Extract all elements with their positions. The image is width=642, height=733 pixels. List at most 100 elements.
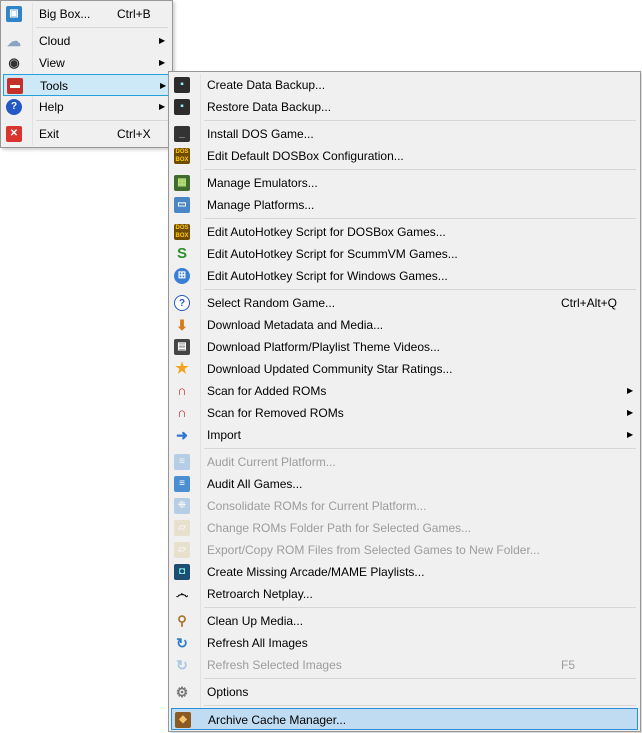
big-box-icon: ▣ bbox=[6, 6, 22, 22]
menu-item-audit-current-platform[interactable]: ≡ Audit Current Platform... bbox=[171, 451, 638, 473]
menu-item-label: Audit All Games... bbox=[207, 477, 303, 491]
menu-item-tools[interactable]: ▬ Tools ▶ bbox=[3, 74, 170, 96]
menu-item-label: Install DOS Game... bbox=[207, 127, 314, 141]
film-icon: ▤ bbox=[174, 339, 190, 355]
gear-icon: ⚙ bbox=[175, 684, 189, 700]
menu-item-label: Refresh All Images bbox=[207, 636, 308, 650]
exit-icon: ✕ bbox=[6, 126, 22, 142]
restore-robot-icon: ▪ bbox=[174, 99, 190, 115]
menu-item-label: Retroarch Netplay... bbox=[207, 587, 313, 601]
menu-item-label: Download Platform/Playlist Theme Videos.… bbox=[207, 340, 440, 354]
help-icon: ? bbox=[6, 99, 22, 115]
eye-icon: ◉ bbox=[8, 55, 20, 70]
archive-cube-icon: ◆ bbox=[175, 712, 191, 728]
menu-item-archive-cache-manager[interactable]: ◆ Archive Cache Manager... bbox=[171, 708, 638, 730]
menu-item-create-mame-playlists[interactable]: ◘ Create Missing Arcade/MAME Playlists..… bbox=[171, 561, 638, 583]
menu-item-label: Big Box... bbox=[39, 7, 91, 21]
magnet-remove-icon: ∩ bbox=[177, 405, 187, 420]
broom-icon: ⚲ bbox=[177, 613, 187, 628]
menu-item-label: Restore Data Backup... bbox=[207, 100, 332, 114]
menu-item-download-metadata[interactable]: ⬇ Download Metadata and Media... bbox=[171, 314, 638, 336]
menu-item-label: Export/Copy ROM Files from Selected Game… bbox=[207, 543, 540, 557]
menu-item-consolidate-roms[interactable]: ⁜ Consolidate ROMs for Current Platform.… bbox=[171, 495, 638, 517]
menu-item-label: Refresh Selected Images bbox=[207, 658, 342, 672]
menu-item-exit[interactable]: ✕ Exit Ctrl+X bbox=[3, 123, 170, 145]
menu-item-label: Clean Up Media... bbox=[207, 614, 304, 628]
submenu-arrow-icon: ▶ bbox=[627, 386, 634, 395]
menu-item-scan-removed-roms[interactable]: ∩ Scan for Removed ROMs ▶ bbox=[171, 402, 638, 424]
menu-item-download-theme-videos[interactable]: ▤ Download Platform/Playlist Theme Video… bbox=[171, 336, 638, 358]
menu-item-label: Scan for Added ROMs bbox=[207, 384, 327, 398]
menu-item-label: Edit AutoHotkey Script for Windows Games… bbox=[207, 269, 448, 283]
menu-item-manage-emulators[interactable]: ▦ Manage Emulators... bbox=[171, 172, 638, 194]
menu-item-shortcut: F5 bbox=[561, 658, 576, 672]
submenu-arrow-icon: ▶ bbox=[159, 58, 166, 67]
menu-item-refresh-selected-images[interactable]: ↻ Refresh Selected Images F5 bbox=[171, 654, 638, 676]
submenu-arrow-icon: ▶ bbox=[160, 81, 167, 90]
menu-item-big-box[interactable]: ▣ Big Box... Ctrl+B bbox=[3, 3, 170, 25]
menu-item-audit-all-games[interactable]: ≡ Audit All Games... bbox=[171, 473, 638, 495]
tools-submenu: ▪ Create Data Backup... ▪ Restore Data B… bbox=[168, 71, 641, 732]
menu-item-label: Exit bbox=[39, 127, 60, 141]
menu-item-download-star-ratings[interactable]: ★ Download Updated Community Star Rating… bbox=[171, 358, 638, 380]
dosbox-icon: DOS BOX bbox=[174, 148, 190, 164]
menu-item-label: Archive Cache Manager... bbox=[208, 713, 347, 727]
menu-item-export-rom-files[interactable]: ▱ Export/Copy ROM Files from Selected Ga… bbox=[171, 539, 638, 561]
question-icon: ? bbox=[174, 295, 190, 311]
menu-item-create-data-backup[interactable]: ▪ Create Data Backup... bbox=[171, 74, 638, 96]
menu-item-view[interactable]: ◉ View ▶ bbox=[3, 52, 170, 74]
download-icon: ⬇ bbox=[176, 317, 188, 333]
menu-item-options[interactable]: ⚙ Options bbox=[171, 681, 638, 703]
star-icon: ★ bbox=[175, 360, 189, 377]
menu-item-import[interactable]: ➜ Import ▶ bbox=[171, 424, 638, 446]
backup-robot-icon: ▪ bbox=[174, 77, 190, 93]
submenu-arrow-icon: ▶ bbox=[159, 102, 166, 111]
submenu-arrow-icon: ▶ bbox=[159, 36, 166, 45]
folder-icon: ▱ bbox=[174, 520, 190, 536]
menu-item-ahk-windows[interactable]: ⊞ Edit AutoHotkey Script for Windows Gam… bbox=[171, 265, 638, 287]
audit-list-icon: ≡ bbox=[174, 476, 190, 492]
dosbox-icon: DOS BOX bbox=[174, 224, 190, 240]
menu-item-manage-platforms[interactable]: ▭ Manage Platforms... bbox=[171, 194, 638, 216]
menu-item-change-roms-folder[interactable]: ▱ Change ROMs Folder Path for Selected G… bbox=[171, 517, 638, 539]
arcade-icon: ◘ bbox=[174, 564, 190, 580]
menu-item-retroarch-netplay[interactable]: ෴ Retroarch Netplay... bbox=[171, 583, 638, 605]
menu-item-install-dos-game[interactable]: _ Install DOS Game... bbox=[171, 123, 638, 145]
menu-item-clean-up-media[interactable]: ⚲ Clean Up Media... bbox=[171, 610, 638, 632]
menu-item-cloud[interactable]: ☁ Cloud ▶ bbox=[3, 30, 170, 52]
main-menu: ▣ Big Box... Ctrl+B ☁ Cloud ▶ ◉ View ▶ ▬… bbox=[0, 0, 173, 148]
menu-item-label: Scan for Removed ROMs bbox=[207, 406, 344, 420]
menu-item-help[interactable]: ? Help ▶ bbox=[3, 96, 170, 118]
menu-item-label: Options bbox=[207, 685, 249, 699]
menu-item-ahk-scummvm[interactable]: S Edit AutoHotkey Script for ScummVM Gam… bbox=[171, 243, 638, 265]
menu-item-label: Cloud bbox=[39, 34, 71, 48]
menu-item-ahk-dosbox[interactable]: DOS BOX Edit AutoHotkey Script for DOSBox… bbox=[171, 221, 638, 243]
menu-item-label: Tools bbox=[40, 79, 69, 93]
cloud-icon: ☁ bbox=[7, 33, 21, 49]
toolbox-icon: ▬ bbox=[7, 78, 23, 94]
menu-item-restore-data-backup[interactable]: ▪ Restore Data Backup... bbox=[171, 96, 638, 118]
menu-item-select-random-game[interactable]: ? Select Random Game... Ctrl+Alt+Q bbox=[171, 292, 638, 314]
consolidate-icon: ⁜ bbox=[174, 498, 190, 514]
menu-item-edit-dosbox-config[interactable]: DOS BOX Edit Default DOSBox Configuration… bbox=[171, 145, 638, 167]
menu-item-label: Create Data Backup... bbox=[207, 78, 326, 92]
menu-item-shortcut: Ctrl+X bbox=[117, 127, 151, 141]
menu-item-shortcut: Ctrl+B bbox=[117, 7, 151, 21]
audit-list-icon: ≡ bbox=[174, 454, 190, 470]
menu-item-scan-added-roms[interactable]: ∩ Scan for Added ROMs ▶ bbox=[171, 380, 638, 402]
menu-item-label: Import bbox=[207, 428, 242, 442]
menu-item-label: View bbox=[39, 56, 65, 70]
import-arrow-icon: ➜ bbox=[176, 427, 188, 443]
menu-item-label: Manage Platforms... bbox=[207, 198, 315, 212]
menu-item-refresh-all-images[interactable]: ↻ Refresh All Images bbox=[171, 632, 638, 654]
magnet-add-icon: ∩ bbox=[177, 383, 187, 398]
menu-item-label: Consolidate ROMs for Current Platform... bbox=[207, 499, 427, 513]
menu-item-label: Audit Current Platform... bbox=[207, 455, 336, 469]
menu-item-label: Edit Default DOSBox Configuration... bbox=[207, 149, 404, 163]
menu-item-label: Select Random Game... bbox=[207, 296, 336, 310]
menu-item-label: Edit AutoHotkey Script for ScummVM Games… bbox=[207, 247, 458, 261]
menu-item-label: Download Metadata and Media... bbox=[207, 318, 384, 332]
export-folder-icon: ▱ bbox=[174, 542, 190, 558]
chip-icon: ▦ bbox=[174, 175, 190, 191]
menu-item-label: Manage Emulators... bbox=[207, 176, 318, 190]
